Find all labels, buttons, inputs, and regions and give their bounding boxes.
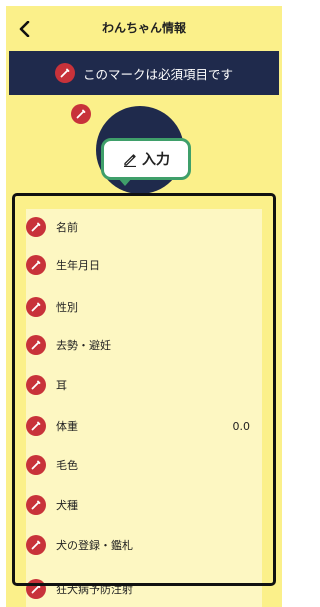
required-mark-icon xyxy=(71,104,91,124)
field-label: 体重 xyxy=(56,420,78,433)
field-row-registration[interactable]: 犬の登録・鑑札 xyxy=(26,528,256,562)
field-row-weight[interactable]: 体重 0.0 xyxy=(26,409,256,443)
field-row-name[interactable]: 名前 xyxy=(26,210,256,244)
field-label: 去勢・避妊 xyxy=(56,339,111,352)
pencil-icon xyxy=(124,154,136,167)
field-label: 耳 xyxy=(56,379,67,392)
field-label: 生年月日 xyxy=(56,259,100,272)
required-mark-icon xyxy=(26,495,46,515)
field-label: 性別 xyxy=(56,301,78,314)
required-mark-icon xyxy=(26,335,46,355)
field-row-birthdate[interactable]: 生年月日 xyxy=(26,248,256,282)
header: わんちゃん情報 xyxy=(6,6,282,50)
required-mark-icon xyxy=(26,455,46,475)
required-mark-icon xyxy=(26,255,46,275)
field-label: 狂犬病予防注射 xyxy=(56,583,133,596)
field-row-breed[interactable]: 犬種 xyxy=(26,488,256,522)
field-label: 毛色 xyxy=(56,459,78,472)
required-notice-text: このマークは必須項目です xyxy=(82,66,233,82)
field-row-ears[interactable]: 耳 xyxy=(26,368,256,402)
required-mark-icon xyxy=(26,579,46,599)
required-mark-icon xyxy=(26,375,46,395)
field-value: 0.0 xyxy=(232,419,251,433)
required-mark-icon xyxy=(26,535,46,555)
field-row-rabies-vaccine[interactable]: 狂犬病予防注射 xyxy=(26,572,256,606)
input-tooltip[interactable]: 入力 xyxy=(101,138,191,186)
field-row-sex[interactable]: 性別 xyxy=(26,290,256,324)
field-label: 犬の登録・鑑札 xyxy=(56,539,133,552)
screen: わんちゃん情報 このマークは必須項目です 入力 名前 生年月日 性別 去勢・避妊… xyxy=(6,6,282,607)
page-title: わんちゃん情報 xyxy=(101,21,186,35)
required-notice-banner: このマークは必須項目です xyxy=(9,51,279,95)
field-label: 犬種 xyxy=(56,499,78,512)
field-row-neuter[interactable]: 去勢・避妊 xyxy=(26,328,256,362)
required-mark-icon xyxy=(26,217,46,237)
tooltip-label: 入力 xyxy=(142,152,170,168)
required-mark-icon xyxy=(26,416,46,436)
required-mark-icon xyxy=(26,297,46,317)
field-row-coat-color[interactable]: 毛色 xyxy=(26,448,256,482)
field-label: 名前 xyxy=(56,221,78,234)
required-mark-icon xyxy=(54,63,75,83)
